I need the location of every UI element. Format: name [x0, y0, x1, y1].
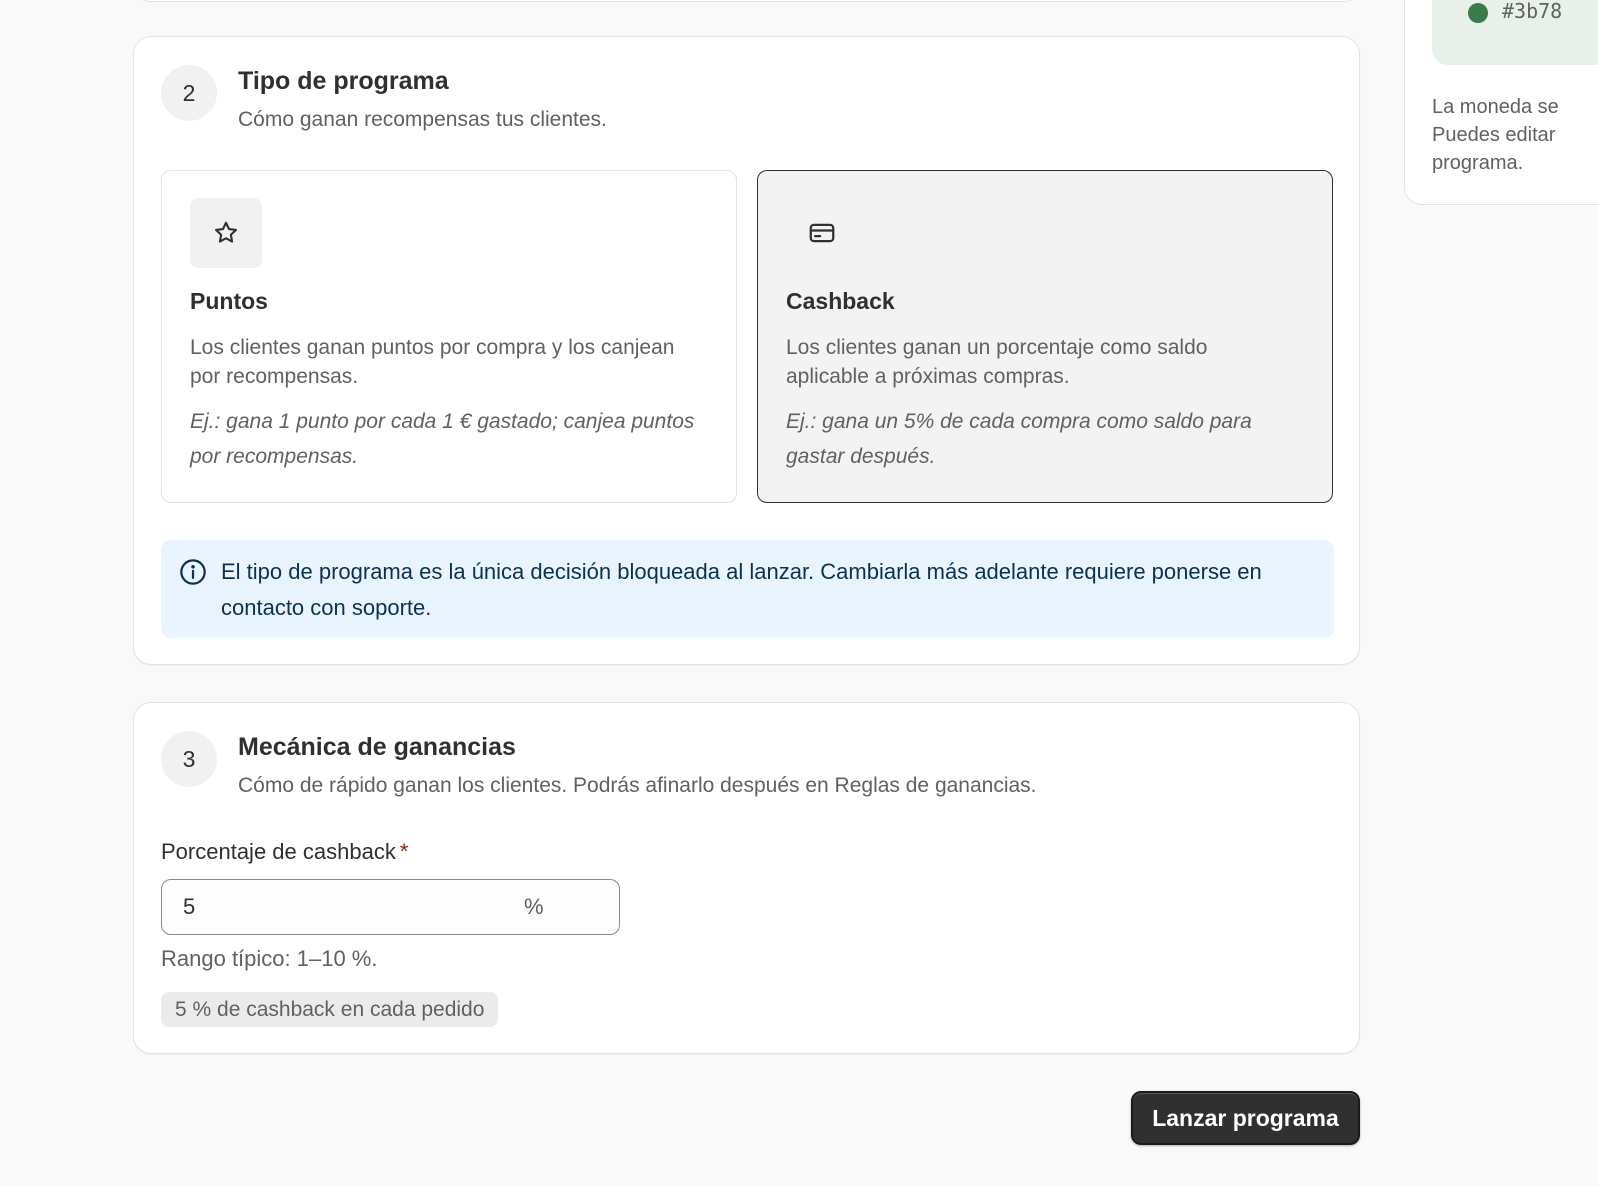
- cashback-percent-input[interactable]: [163, 881, 503, 933]
- credit-card-icon: [786, 198, 858, 268]
- cashback-percent-field: %: [161, 879, 620, 935]
- option-title: Cashback: [786, 288, 895, 314]
- earning-mechanics-card: 3 Mecánica de ganancias Cómo de rápido g…: [133, 702, 1360, 1054]
- option-puntos[interactable]: Puntos Los clientes ganan puntos por com…: [161, 170, 737, 503]
- label-text: Porcentaje de cashback: [161, 839, 396, 864]
- color-swatch-box: #3b78: [1432, 0, 1598, 65]
- option-description: Los clientes ganan un porcentaje como sa…: [786, 336, 1208, 388]
- section-title: Tipo de programa: [238, 67, 449, 95]
- info-banner: El tipo de programa es la única decisión…: [161, 540, 1334, 638]
- required-mark: *: [399, 839, 409, 864]
- color-dot: [1468, 3, 1488, 23]
- help-text: Rango típico: 1–10 %.: [161, 946, 378, 971]
- option-cashback[interactable]: Cashback Los clientes ganan un porcentaj…: [757, 170, 1333, 503]
- info-text: El tipo de programa es la única decisión…: [221, 559, 1262, 620]
- color-hex: #3b78: [1502, 0, 1563, 23]
- percent-suffix: %: [524, 894, 544, 919]
- step-number: 2: [161, 65, 217, 121]
- option-example: Ej.: gana un 5% de cada compra como sald…: [786, 410, 1252, 468]
- previous-card: [134, 0, 1360, 2]
- info-icon: [180, 559, 206, 585]
- preview-badge: 5 % de cashback en cada pedido: [161, 992, 499, 1027]
- option-example: Ej.: gana 1 punto por cada 1 € gastado; …: [190, 410, 695, 468]
- step-number: 3: [161, 731, 217, 787]
- section-subtitle: Cómo ganan recompensas tus clientes.: [238, 108, 607, 131]
- option-description: Los clientes ganan puntos por compra y l…: [190, 336, 675, 388]
- launch-program-button[interactable]: Lanzar programa: [1131, 1091, 1360, 1145]
- section-title: Mecánica de ganancias: [238, 733, 516, 761]
- cashback-percent-label: Porcentaje de cashback *: [161, 839, 408, 865]
- side-note: La moneda se Puedes editar programa.: [1432, 96, 1559, 174]
- section-subtitle: Cómo de rápido ganan los clientes. Podrá…: [238, 774, 1037, 797]
- program-type-card: 2 Tipo de programa Cómo ganan recompensa…: [133, 36, 1360, 665]
- star-icon: [190, 198, 262, 268]
- page: 2 Tipo de programa Cómo ganan recompensa…: [0, 0, 1598, 1186]
- side-summary-card: #3b78 La moneda se Puedes editar program…: [1404, 0, 1598, 205]
- option-title: Puntos: [190, 288, 268, 314]
